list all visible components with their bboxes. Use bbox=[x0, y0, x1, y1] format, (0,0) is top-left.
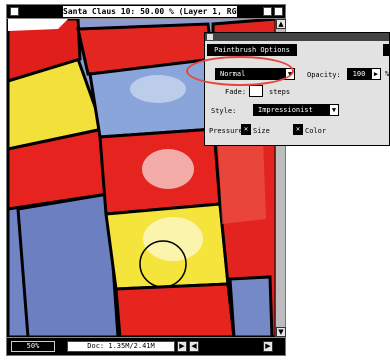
arrow-up-icon[interactable]: ▲ bbox=[276, 19, 286, 29]
window-titlebar[interactable]: Santa Claus 10: 50.00 % (Layer 1, RGB) bbox=[7, 5, 285, 19]
close-box-icon[interactable] bbox=[10, 7, 19, 16]
triangle-down-icon[interactable]: ▼ bbox=[285, 68, 295, 80]
paintbrush-options-palette: Paintbrush Options Normal ▼ Opacity: 100… bbox=[204, 32, 390, 146]
triangle-down-icon[interactable]: ▼ bbox=[329, 104, 339, 116]
triangle-right-icon[interactable]: ▶ bbox=[371, 68, 381, 80]
opacity-input[interactable]: 100 bbox=[347, 68, 371, 80]
arrow-right-icon[interactable]: ▶ bbox=[263, 341, 273, 352]
fade-input[interactable] bbox=[249, 85, 263, 97]
opacity-unit: % bbox=[385, 70, 390, 78]
color-label: Color bbox=[305, 127, 327, 135]
opacity-checkbox[interactable]: ✕ bbox=[293, 124, 303, 135]
blend-mode-select[interactable]: Normal bbox=[215, 68, 285, 80]
palette-titlebar[interactable] bbox=[205, 33, 389, 41]
arrow-down-icon[interactable]: ▼ bbox=[276, 327, 286, 337]
style-label: Style: bbox=[211, 107, 237, 115]
palette-menu-icon[interactable] bbox=[383, 44, 390, 56]
status-bar: 50% Doc: 1.35M/2.41M ▶ ◀ ▶ bbox=[7, 337, 285, 355]
window-title: Santa Claus 10: 50.00 % (Layer 1, RGB) bbox=[63, 6, 237, 17]
fade-label: Fade: bbox=[225, 88, 247, 96]
collapse-box-icon[interactable] bbox=[274, 7, 283, 16]
close-box-icon[interactable] bbox=[207, 34, 213, 40]
tab-paintbrush-options[interactable]: Paintbrush Options bbox=[207, 44, 297, 56]
style-select[interactable]: Impressionist bbox=[253, 104, 329, 116]
zoom-level[interactable]: 50% bbox=[11, 341, 55, 352]
size-label: Size bbox=[253, 127, 270, 135]
zoom-box-icon[interactable] bbox=[263, 7, 272, 16]
size-checkbox[interactable]: ✕ bbox=[241, 124, 251, 135]
triangle-right-icon[interactable]: ▶ bbox=[177, 341, 187, 352]
fade-unit: steps bbox=[269, 88, 291, 96]
arrow-left-icon[interactable]: ◀ bbox=[189, 341, 199, 352]
opacity-label: Opacity: bbox=[307, 71, 341, 79]
document-size-info[interactable]: Doc: 1.35M/2.41M bbox=[67, 341, 175, 352]
